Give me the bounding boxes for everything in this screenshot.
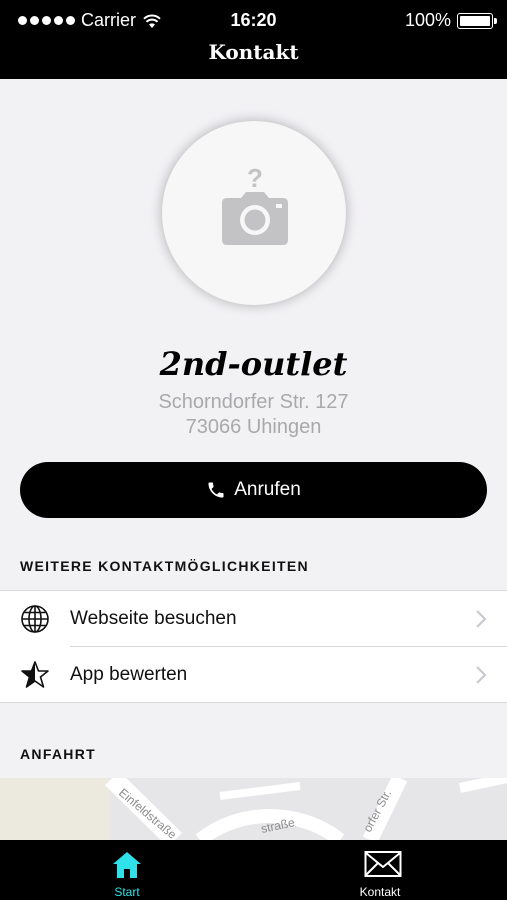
tab-label: Start bbox=[114, 885, 140, 899]
status-right: 100% bbox=[404, 10, 497, 31]
chevron-right-icon bbox=[476, 610, 487, 628]
business-name: 2nd-outlet bbox=[159, 345, 348, 383]
star-icon bbox=[21, 661, 49, 688]
address-city: 73066 Uhingen bbox=[185, 416, 322, 438]
globe-icon bbox=[21, 605, 49, 633]
map-graphic: Einfeldstraße straße orfer Str. bbox=[0, 778, 507, 840]
svg-text:?: ? bbox=[247, 163, 263, 193]
tab-label: Kontakt bbox=[359, 885, 401, 899]
list-item-label: Webseite besuchen bbox=[70, 607, 237, 629]
call-button[interactable]: Anrufen bbox=[20, 462, 487, 518]
phone-icon bbox=[208, 482, 224, 498]
directions-section-title: ANFAHRT bbox=[20, 746, 96, 762]
tab-bar: Start Kontakt bbox=[0, 840, 507, 900]
contact-options-list: Webseite besuchen App bewerten bbox=[0, 590, 507, 703]
visit-website-row[interactable]: Webseite besuchen bbox=[0, 591, 507, 647]
rate-app-row[interactable]: App bewerten bbox=[0, 647, 507, 702]
camera-question-icon: ? bbox=[222, 163, 288, 245]
directions-map[interactable]: Einfeldstraße straße orfer Str. bbox=[0, 778, 507, 840]
envelope-icon bbox=[364, 851, 402, 877]
tab-start[interactable]: Start bbox=[47, 840, 207, 900]
top-bar: Carrier 16:20 100% Kontakt bbox=[0, 0, 507, 79]
home-icon bbox=[113, 852, 141, 878]
tab-kontakt[interactable]: Kontakt bbox=[300, 840, 460, 900]
profile-photo-placeholder[interactable]: ? bbox=[162, 121, 346, 305]
chevron-right-icon bbox=[476, 666, 487, 684]
contact-section-title: WEITERE KONTAKTMÖGLICHKEITEN bbox=[20, 558, 309, 574]
status-bar: Carrier 16:20 100% bbox=[0, 8, 507, 32]
call-button-label: Anrufen bbox=[234, 479, 301, 500]
page-title: Kontakt bbox=[208, 40, 299, 64]
address-street: Schorndorfer Str. 127 bbox=[158, 391, 349, 413]
battery-icon bbox=[457, 12, 497, 29]
battery-percent: 100% bbox=[404, 10, 451, 30]
list-item-label: App bewerten bbox=[70, 663, 188, 685]
